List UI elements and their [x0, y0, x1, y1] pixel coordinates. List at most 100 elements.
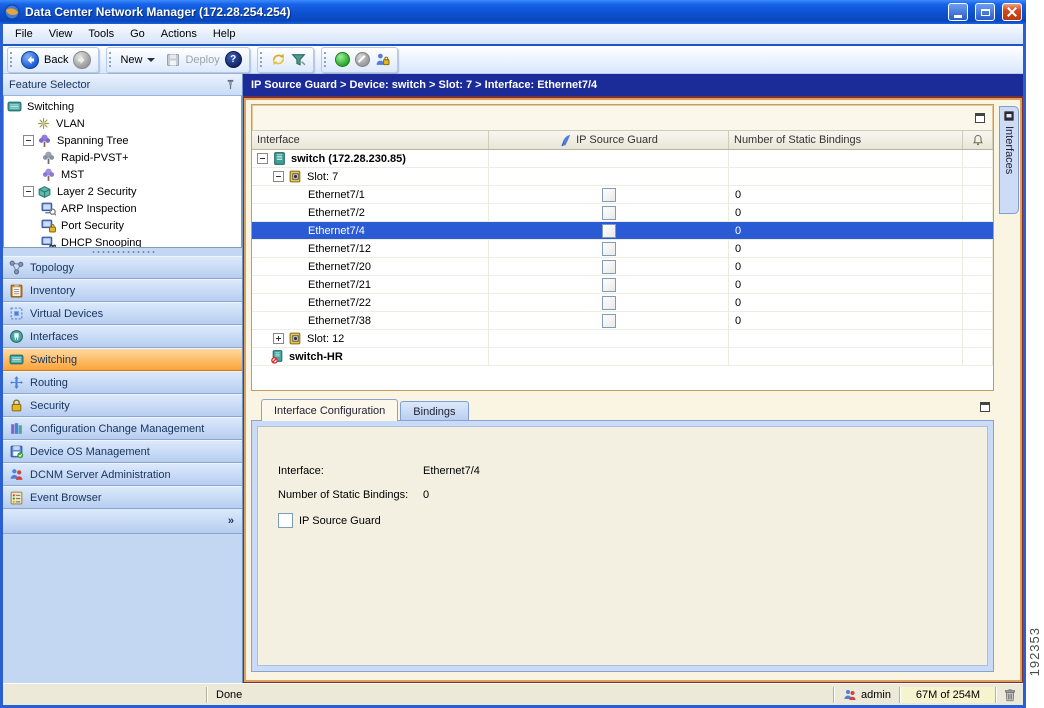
- switching-icon: [9, 352, 24, 367]
- help-icon[interactable]: ?: [225, 51, 242, 68]
- ip-source-guard-checkbox[interactable]: [278, 513, 293, 528]
- column-header-alerts[interactable]: [963, 131, 993, 149]
- expand-icon[interactable]: [273, 333, 284, 344]
- nav-item-config-change-management[interactable]: Configuration Change Management: [3, 417, 242, 440]
- toolbar-grip[interactable]: [109, 52, 113, 67]
- nav-overflow[interactable]: »: [3, 509, 242, 534]
- toolbar-grip[interactable]: [10, 52, 14, 67]
- table-header: Interface IP Source Guard Number of Stat…: [252, 130, 993, 150]
- tree-item-layer2-security[interactable]: Layer 2 Security: [4, 183, 241, 200]
- maximize-panel-icon[interactable]: [980, 402, 990, 412]
- tree-item-vlan[interactable]: VLAN: [4, 115, 241, 132]
- column-header-ip-source-guard[interactable]: IP Source Guard: [489, 131, 729, 149]
- table-row-interface[interactable]: Ethernet7/21 0: [252, 276, 993, 294]
- table-row-interface[interactable]: Ethernet7/38 0: [252, 312, 993, 330]
- tab-bindings[interactable]: Bindings: [400, 401, 468, 421]
- interface-field-value: Ethernet7/4: [423, 465, 480, 477]
- ip-source-guard-checkbox[interactable]: [602, 260, 616, 274]
- menu-view[interactable]: View: [41, 25, 81, 43]
- user-lock-icon[interactable]: [375, 52, 390, 67]
- chevron-more-icon[interactable]: »: [228, 515, 234, 527]
- new-button[interactable]: New: [120, 54, 142, 66]
- menu-tools[interactable]: Tools: [80, 25, 122, 43]
- nav-item-virtual-devices[interactable]: Virtual Devices: [3, 302, 242, 325]
- new-dropdown-icon[interactable]: [147, 58, 155, 62]
- nav-item-routing[interactable]: Routing: [3, 371, 242, 394]
- table-row-interface[interactable]: Ethernet7/22 0: [252, 294, 993, 312]
- tree-item-switching[interactable]: Switching: [4, 98, 241, 115]
- feature-selector-header: Feature Selector: [3, 74, 242, 96]
- menu-file[interactable]: File: [7, 25, 41, 43]
- ip-source-guard-checkbox[interactable]: [602, 278, 616, 292]
- column-header-interface[interactable]: Interface: [252, 131, 489, 149]
- close-button[interactable]: [1002, 3, 1022, 21]
- collapse-icon[interactable]: [273, 171, 284, 182]
- toolbar-grip[interactable]: [324, 52, 328, 67]
- toolbar-group-actions: New Deploy ?: [106, 47, 249, 73]
- column-header-static-bindings[interactable]: Number of Static Bindings: [729, 131, 963, 149]
- collapse-icon[interactable]: [23, 135, 34, 146]
- back-icon[interactable]: [21, 51, 39, 69]
- sidebar-splitter[interactable]: [3, 248, 242, 256]
- tree-item-dhcp-snooping[interactable]: DHCP Snooping: [4, 234, 241, 248]
- table-row-slot[interactable]: Slot: 12: [252, 330, 993, 348]
- toolbar-grip[interactable]: [260, 52, 264, 67]
- ip-source-guard-checkbox[interactable]: [602, 314, 616, 328]
- nav-item-dcnm-server-administration[interactable]: DCNM Server Administration: [3, 463, 242, 486]
- window-title: Data Center Network Manager (172.28.254.…: [25, 5, 941, 19]
- table-row-interface[interactable]: Ethernet7/2 0: [252, 204, 993, 222]
- table-row-interface[interactable]: Ethernet7/20 0: [252, 258, 993, 276]
- maximize-button[interactable]: [975, 3, 995, 21]
- config-change-icon: [9, 421, 24, 436]
- tree-item-rapid-pvst[interactable]: Rapid-PVST+: [4, 149, 241, 166]
- menubar: File View Tools Go Actions Help: [3, 24, 1023, 46]
- event-browser-icon: [9, 490, 24, 505]
- minimize-button[interactable]: [948, 3, 968, 21]
- status-ok-icon[interactable]: [335, 52, 350, 67]
- menu-go[interactable]: Go: [122, 25, 153, 43]
- maximize-panel-icon[interactable]: [975, 113, 985, 123]
- tree-item-spanning-tree[interactable]: Spanning Tree: [4, 132, 241, 149]
- ip-source-guard-checkbox[interactable]: [602, 242, 616, 256]
- table-body: switch (172.28.230.85) Slot: 7 Ethernet7…: [252, 150, 993, 390]
- pin-icon[interactable]: [225, 79, 236, 90]
- table-row-slot[interactable]: Slot: 7: [252, 168, 993, 186]
- menu-actions[interactable]: Actions: [153, 25, 205, 43]
- feature-selector-tree: Switching VLAN Spanning Tree Rapid-PVST+: [3, 96, 242, 248]
- statusbar: Done admin 67M of 254M: [3, 683, 1023, 705]
- nav-item-device-os-management[interactable]: Device OS Management: [3, 440, 242, 463]
- nav-item-topology[interactable]: Topology: [3, 256, 242, 279]
- table-row-interface-selected[interactable]: Ethernet7/4 0: [252, 222, 993, 240]
- menu-help[interactable]: Help: [205, 25, 244, 43]
- slot-icon: [288, 169, 303, 184]
- main-pane: IP Source Guard > Device: switch > Slot:…: [243, 74, 1023, 683]
- tree-item-arp-inspection[interactable]: ARP Inspection: [4, 200, 241, 217]
- ip-source-guard-checkbox[interactable]: [602, 206, 616, 220]
- back-button[interactable]: Back: [44, 54, 68, 66]
- tree-item-port-security[interactable]: Port Security: [4, 217, 241, 234]
- table-row-interface[interactable]: Ethernet7/12 0: [252, 240, 993, 258]
- tree-item-mst[interactable]: MST: [4, 166, 241, 183]
- tab-interfaces-vertical[interactable]: Interfaces: [999, 106, 1019, 214]
- collapse-icon[interactable]: [257, 153, 268, 164]
- rapid-pvst-icon: [41, 150, 56, 165]
- ip-source-guard-checkbox[interactable]: [602, 224, 616, 238]
- ip-source-guard-checkbox[interactable]: [602, 296, 616, 310]
- nav-item-interfaces[interactable]: Interfaces: [3, 325, 242, 348]
- topology-icon: [9, 260, 24, 275]
- detail-panel: Interface Configuration Bindings Interfa…: [251, 399, 994, 672]
- nav-item-inventory[interactable]: Inventory: [3, 279, 242, 302]
- table-row-device-offline[interactable]: switch-HR: [252, 348, 993, 366]
- nav-item-switching[interactable]: Switching: [3, 348, 242, 371]
- collapse-icon[interactable]: [23, 186, 34, 197]
- refresh-icon[interactable]: [271, 52, 286, 67]
- dcnm-admin-icon: [9, 467, 24, 482]
- nav-item-event-browser[interactable]: Event Browser: [3, 486, 242, 509]
- trash-icon[interactable]: [997, 688, 1023, 702]
- filter-icon[interactable]: [291, 52, 306, 67]
- nav-item-security[interactable]: Security: [3, 394, 242, 417]
- table-row-device[interactable]: switch (172.28.230.85): [252, 150, 993, 168]
- ip-source-guard-checkbox[interactable]: [602, 188, 616, 202]
- table-row-interface[interactable]: Ethernet7/1 0: [252, 186, 993, 204]
- tab-interface-configuration[interactable]: Interface Configuration: [261, 399, 398, 421]
